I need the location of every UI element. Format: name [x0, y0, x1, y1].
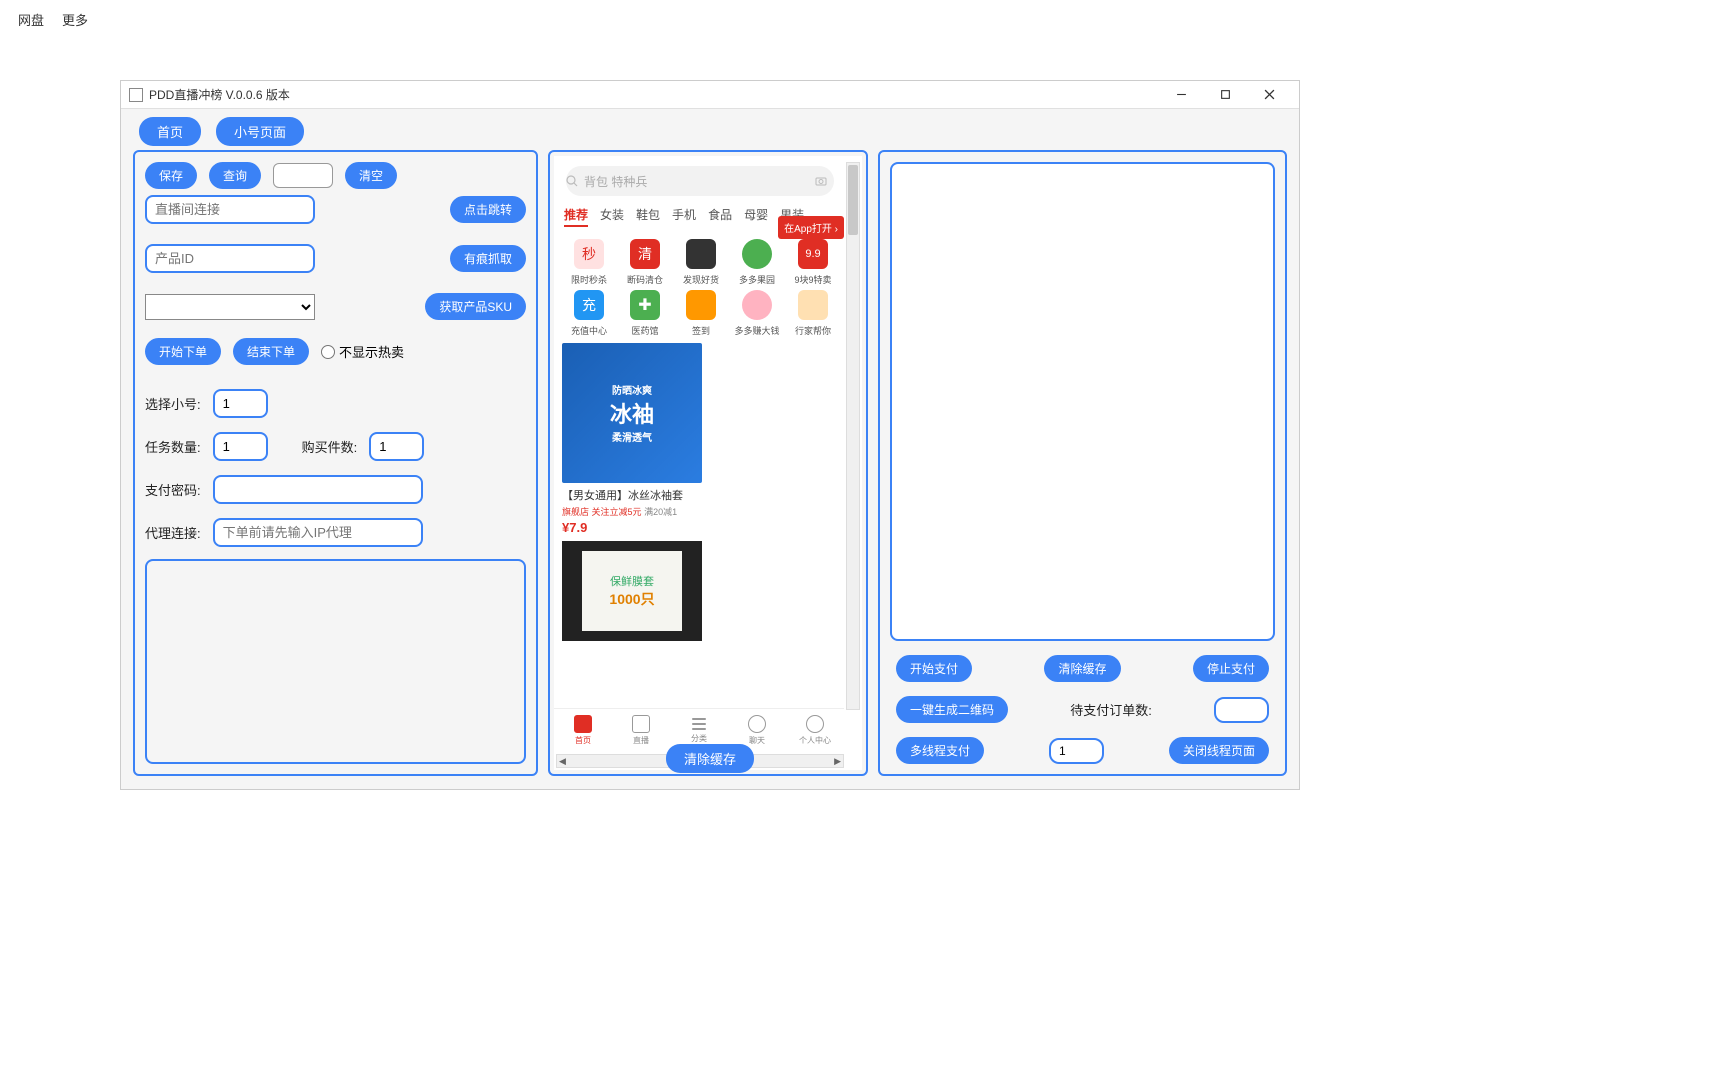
- product-id-input[interactable]: [145, 244, 315, 273]
- cat-tab[interactable]: 推荐: [564, 206, 588, 227]
- window-title: PDD直播冲榜 V.0.0.6 版本: [149, 86, 290, 103]
- proxy-label: 代理连接:: [145, 523, 201, 542]
- save-button[interactable]: 保存: [145, 162, 197, 189]
- product-price: ¥7.9: [562, 520, 702, 535]
- clear-button[interactable]: 清空: [345, 162, 397, 189]
- stop-pay-button[interactable]: 停止支付: [1193, 655, 1269, 682]
- no-hot-radio[interactable]: 不显示热卖: [321, 342, 404, 361]
- buy-count-label: 购买件数:: [302, 437, 358, 456]
- jump-button[interactable]: 点击跳转: [450, 196, 526, 223]
- phone-vertical-scrollbar[interactable]: [846, 162, 860, 710]
- left-panel: 保存 查询 清空 点击跳转 有痕抓取 获取产品SKU 开始下单: [133, 150, 538, 776]
- grid-item[interactable]: 多多赚大钱: [730, 290, 784, 337]
- nav-home[interactable]: 首页: [554, 709, 612, 752]
- tab-sub-account[interactable]: 小号页面: [216, 117, 304, 146]
- cat-tab[interactable]: 手机: [672, 206, 696, 227]
- grid-item[interactable]: 充充值中心: [562, 290, 616, 337]
- close-button[interactable]: [1247, 82, 1291, 108]
- product-title: 【男女通用】冰丝冰袖套: [562, 487, 702, 503]
- product-card[interactable]: 防晒冰爽冰袖柔滑透气 【男女通用】冰丝冰袖套 旗舰店 关注立减5元 满20减1 …: [562, 343, 702, 535]
- grid-item[interactable]: 签到: [674, 290, 728, 337]
- tab-home[interactable]: 首页: [139, 117, 201, 146]
- buy-count-input[interactable]: [369, 432, 424, 461]
- camera-icon: [814, 174, 828, 188]
- search-icon: [566, 175, 578, 187]
- grid-item[interactable]: 多多果园: [730, 239, 784, 286]
- trace-grab-button[interactable]: 有痕抓取: [450, 245, 526, 272]
- grid-item[interactable]: 秒限时秒杀: [562, 239, 616, 286]
- open-in-app-badge[interactable]: 在App打开 ›: [778, 216, 844, 239]
- product-image: 保鲜膜套1000只: [562, 541, 702, 641]
- grid-item[interactable]: 行家帮你: [786, 290, 840, 337]
- product-image: 防晒冰爽冰袖柔滑透气: [562, 343, 702, 483]
- phone-search-bar[interactable]: 背包 特种兵: [566, 166, 834, 196]
- maximize-button[interactable]: [1203, 82, 1247, 108]
- query-button[interactable]: 查询: [209, 162, 261, 189]
- titlebar: PDD直播冲榜 V.0.0.6 版本: [121, 81, 1299, 109]
- proxy-input[interactable]: [213, 518, 423, 547]
- select-sub-label: 选择小号:: [145, 394, 201, 413]
- pending-orders-label: 待支付订单数:: [1070, 700, 1152, 719]
- start-order-button[interactable]: 开始下单: [145, 338, 221, 365]
- pay-pwd-input[interactable]: [213, 475, 423, 504]
- app-icon: [129, 88, 143, 102]
- grid-item[interactable]: 9.99块9特卖: [786, 239, 840, 286]
- multi-thread-pay-button[interactable]: 多线程支付: [896, 737, 984, 764]
- query-input[interactable]: [273, 163, 333, 188]
- product-card[interactable]: 保鲜膜套1000只: [562, 541, 702, 641]
- grid-item[interactable]: 发现好货: [674, 239, 728, 286]
- get-sku-button[interactable]: 获取产品SKU: [425, 293, 526, 320]
- right-panel: 开始支付 清除缓存 停止支付 一键生成二维码 待支付订单数: 多线程支付 关闭线…: [878, 150, 1287, 776]
- phone-preview-panel: 背包 特种兵 推荐 女装 鞋包 手机 食品 母婴 男装 在App打开 › 秒限时…: [548, 150, 868, 776]
- product-tags: 旗舰店 关注立减5元 满20减1: [562, 505, 702, 518]
- cat-tab[interactable]: 母婴: [744, 206, 768, 227]
- select-sub-input[interactable]: [213, 389, 268, 418]
- menu-item-netdisk[interactable]: 网盘: [18, 10, 44, 29]
- pay-pwd-label: 支付密码:: [145, 480, 201, 499]
- clear-cache-bottom-button[interactable]: 清除缓存: [666, 744, 754, 773]
- grid-item[interactable]: 清断码清仓: [618, 239, 672, 286]
- clear-cache-button[interactable]: 清除缓存: [1044, 655, 1120, 682]
- cat-tab[interactable]: 女装: [600, 206, 624, 227]
- start-pay-button[interactable]: 开始支付: [896, 655, 972, 682]
- minimize-button[interactable]: [1159, 82, 1203, 108]
- sku-select[interactable]: [145, 294, 315, 320]
- pending-orders-input[interactable]: [1214, 697, 1269, 723]
- nav-profile[interactable]: 个人中心: [786, 709, 844, 752]
- task-count-input[interactable]: [213, 432, 268, 461]
- payment-log-area[interactable]: [890, 162, 1275, 641]
- thread-count-input[interactable]: [1049, 738, 1104, 764]
- task-count-label: 任务数量:: [145, 437, 201, 456]
- cat-tab[interactable]: 鞋包: [636, 206, 660, 227]
- gen-qr-button[interactable]: 一键生成二维码: [896, 696, 1008, 723]
- grid-item[interactable]: ✚医药馆: [618, 290, 672, 337]
- log-textarea[interactable]: [145, 559, 526, 764]
- close-thread-button[interactable]: 关闭线程页面: [1169, 737, 1269, 764]
- live-link-input[interactable]: [145, 195, 315, 224]
- nav-live[interactable]: 直播: [612, 709, 670, 752]
- cat-tab[interactable]: 食品: [708, 206, 732, 227]
- menu-item-more[interactable]: 更多: [62, 10, 88, 29]
- app-window: PDD直播冲榜 V.0.0.6 版本 首页 小号页面 保存 查询 清空 点击跳转: [120, 80, 1300, 790]
- end-order-button[interactable]: 结束下单: [233, 338, 309, 365]
